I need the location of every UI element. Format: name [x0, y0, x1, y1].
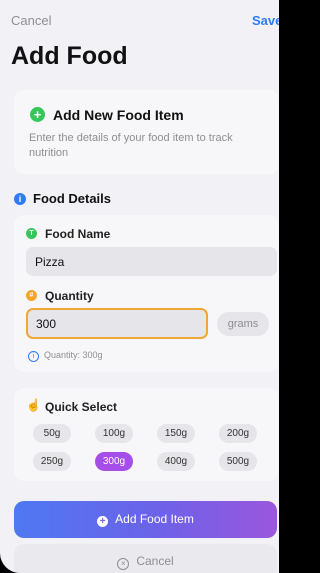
add-food-button-label: Add Food Item	[115, 512, 194, 526]
info-icon: i	[14, 193, 26, 205]
food-name-label: Food Name	[45, 227, 111, 241]
quick-select-chip-300g[interactable]: 300g	[95, 452, 133, 471]
quick-select-heading: Quick Select	[45, 400, 118, 414]
info-small-icon: i	[28, 351, 39, 362]
quick-select-chip-250g[interactable]: 250g	[33, 452, 71, 471]
plus-circle-icon: +	[30, 107, 45, 122]
food-details-heading: Food Details	[33, 191, 112, 206]
quick-select-card: ☝ Quick Select 50g 100g 150g 200g 250g 300g 40…	[14, 388, 279, 481]
unit-selector[interactable]: grams	[217, 312, 269, 336]
plus-circle-icon: +	[97, 516, 109, 527]
close-circle-icon: ×	[117, 558, 130, 570]
quick-select-chip-100g[interactable]: 100g	[95, 424, 133, 443]
save-nav-button[interactable]: Save	[252, 13, 279, 28]
cancel-button[interactable]: × Cancel	[14, 544, 277, 573]
food-details-card: T Food Name # Quantity grams i Quantity:…	[14, 215, 279, 372]
add-food-button[interactable]: + Add Food Item	[14, 501, 277, 538]
quick-select-chip-400g[interactable]: 400g	[157, 452, 195, 471]
cancel-button-label: Cancel	[136, 554, 174, 568]
navigation-bar: Cancel Save	[0, 0, 279, 40]
quick-select-chip-200g[interactable]: 200g	[219, 424, 257, 443]
food-name-input[interactable]	[26, 247, 277, 276]
quick-select-chip-50g[interactable]: 50g	[33, 424, 71, 443]
scale-icon: #	[26, 290, 37, 301]
quantity-input[interactable]	[26, 308, 208, 339]
cancel-nav-button[interactable]: Cancel	[11, 13, 51, 28]
intro-heading: Add New Food Item	[53, 107, 184, 123]
quantity-summary: Quantity: 300g	[44, 350, 103, 360]
quick-select-chip-500g[interactable]: 500g	[219, 452, 257, 471]
add-food-screen: Cancel Save Add Food + Add New Food Item…	[0, 0, 279, 573]
text-icon: T	[26, 228, 37, 239]
intro-description: Enter the details of your food item to t…	[29, 132, 233, 159]
quantity-label: Quantity	[45, 289, 94, 303]
page-title: Add Food	[11, 42, 128, 70]
tap-hand-icon: ☝	[26, 398, 41, 412]
intro-card: + Add New Food Item Enter the details of…	[14, 90, 279, 174]
quick-select-chip-150g[interactable]: 150g	[157, 424, 195, 443]
